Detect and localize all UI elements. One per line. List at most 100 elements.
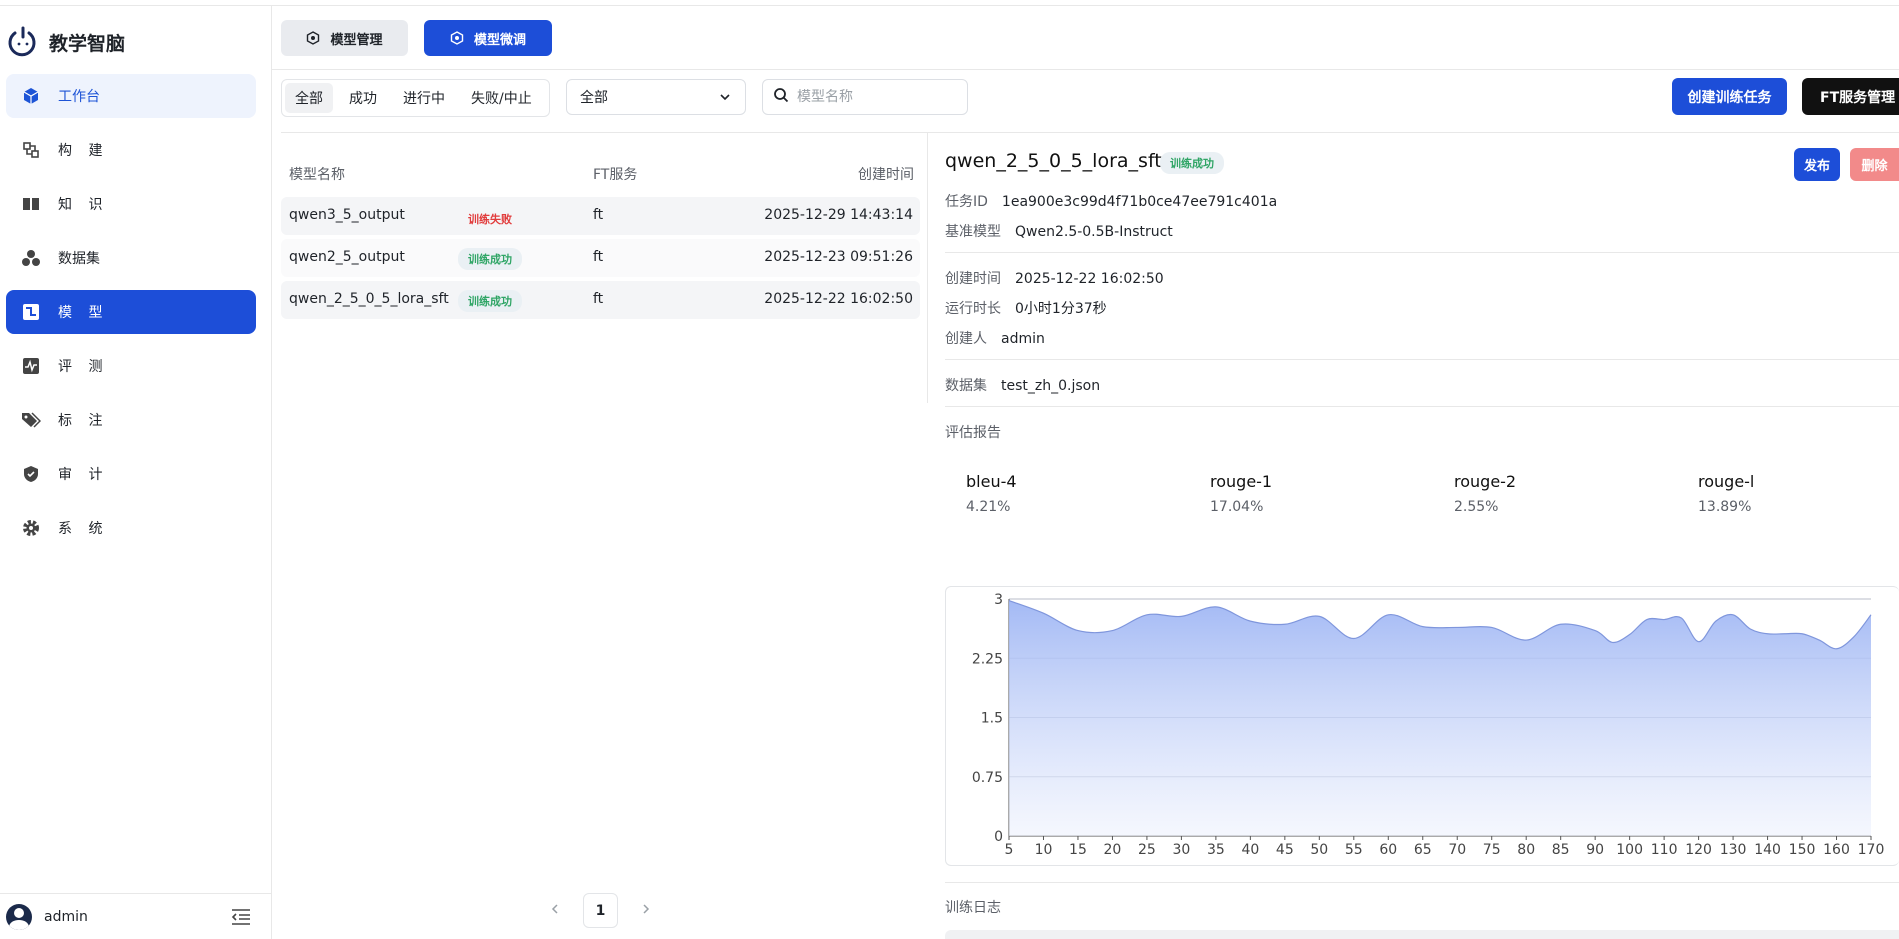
book-icon — [20, 193, 42, 215]
publish-button[interactable]: 发布 — [1794, 148, 1840, 181]
table-row[interactable]: qwen2_5_output 训练成功 ft 2025-12-23 09:51:… — [281, 239, 920, 277]
x-tick-label: 85 — [1552, 842, 1570, 858]
header-time: 创建时间 — [858, 167, 914, 183]
avatar[interactable] — [6, 903, 32, 930]
filter-all[interactable]: 全部 — [285, 83, 333, 113]
x-tick-label: 140 — [1754, 842, 1781, 858]
gear-icon — [20, 517, 42, 539]
sidebar-item-dataset[interactable]: 数据集 — [6, 236, 256, 280]
creator-value: admin — [1001, 331, 1045, 347]
status-badge: 训练失败 — [468, 213, 512, 226]
sidebar-item-model[interactable]: 模 型 — [6, 290, 256, 334]
x-tick-label: 110 — [1651, 842, 1678, 858]
table-row[interactable]: qwen3_5_output 训练失败 ft 2025-12-29 14:43:… — [281, 197, 920, 235]
x-tick-label: 90 — [1586, 842, 1604, 858]
eval-report-label: 评估报告 — [945, 425, 1001, 441]
x-tick-label: 30 — [1172, 842, 1190, 858]
search-box — [762, 79, 968, 115]
sidebar-item-system[interactable]: 系 统 — [6, 506, 256, 550]
task-id-value: 1ea900e3c99d4f71b0ce47ee791c401a — [1001, 194, 1278, 210]
x-tick-label: 5 — [1005, 842, 1014, 858]
filter-failed[interactable]: 失败/中止 — [461, 83, 542, 113]
search-icon — [773, 87, 789, 107]
x-tick-label: 80 — [1517, 842, 1535, 858]
runtime-row: 运行时长 0小时1分37秒 — [945, 298, 1107, 318]
filter-success[interactable]: 成功 — [339, 83, 387, 113]
header-ft: FT服务 — [593, 167, 638, 183]
y-tick-label: 2.25 — [972, 651, 1003, 667]
build-icon — [20, 139, 42, 161]
detail-title: qwen_2_5_0_5_lora_sft — [945, 150, 1162, 172]
pulse-icon — [20, 355, 42, 377]
app-name: 教学智脑 — [49, 32, 126, 55]
tag-icon — [20, 409, 42, 431]
status-badge: 训练成功 — [458, 248, 522, 270]
row-time: 2025-12-23 09:51:26 — [764, 249, 913, 265]
type-select[interactable]: 全部 — [566, 79, 746, 115]
page-number[interactable]: 1 — [583, 893, 618, 928]
sidebar-item-workbench[interactable]: 工作台 — [6, 74, 256, 118]
hexagon-icon — [306, 31, 320, 45]
metric-rouge2: rouge-2 2.55% — [1454, 472, 1516, 515]
chevron-down-icon — [719, 91, 731, 103]
shield-icon — [20, 463, 42, 485]
x-tick-label: 55 — [1345, 842, 1363, 858]
divider — [272, 69, 1899, 70]
sidebar-item-label: 工作台 — [58, 89, 100, 105]
area-fill — [1009, 600, 1871, 836]
x-tick-label: 120 — [1685, 842, 1712, 858]
x-tick-label: 100 — [1616, 842, 1643, 858]
menu-collapse-icon[interactable] — [231, 908, 251, 926]
row-time: 2025-12-29 14:43:14 — [764, 207, 913, 223]
loss-chart: 0 0.75 1.5 2.25 3 5 10 15 20 25 30 35 40 45 50 55 60 65 70… — [945, 586, 1899, 866]
sidebar: 教学智脑 工作台 构 建 知 识 数据集 模 型 评 测 标 注 审 计 系 统… — [0, 6, 272, 939]
ft-service-button[interactable]: FT服务管理 — [1802, 78, 1899, 115]
sidebar-item-label: 数据集 — [58, 251, 100, 267]
sidebar-item-label: 知 识 — [58, 197, 109, 213]
divider — [945, 359, 1899, 360]
logo-icon — [6, 25, 40, 59]
sidebar-item-annotation[interactable]: 标 注 — [6, 398, 256, 442]
tab-model-management[interactable]: 模型管理 — [281, 20, 408, 56]
task-id-label: 任务ID — [945, 194, 988, 210]
chevron-right-icon[interactable] — [639, 902, 653, 916]
metric-value: 4.21% — [966, 499, 1011, 515]
top-border — [0, 0, 1899, 6]
x-tick-label: 20 — [1104, 842, 1122, 858]
user-name: admin — [44, 908, 88, 925]
created-label: 创建时间 — [945, 271, 1001, 287]
sidebar-item-label: 标 注 — [58, 413, 109, 429]
metric-name: bleu-4 — [966, 472, 1017, 491]
sidebar-item-knowledge[interactable]: 知 识 — [6, 182, 256, 226]
runtime-label: 运行时长 — [945, 301, 1001, 317]
metric-name: rouge-l — [1698, 472, 1755, 491]
tab-label: 模型管理 — [330, 32, 383, 48]
dataset-value: test_zh_0.json — [1001, 378, 1101, 394]
status-badge: 训练成功 — [458, 290, 522, 312]
x-tick-label: 70 — [1448, 842, 1466, 858]
sidebar-item-evaluation[interactable]: 评 测 — [6, 344, 256, 388]
tab-model-finetune[interactable]: 模型微调 — [424, 20, 552, 56]
sidebar-item-build[interactable]: 构 建 — [6, 128, 256, 172]
sidebar-nav: 工作台 构 建 知 识 数据集 模 型 评 测 标 注 审 计 系 统 — [6, 74, 256, 560]
divider — [927, 133, 928, 403]
x-tick-label: 170 — [1858, 842, 1885, 858]
create-task-button[interactable]: 创建训练任务 — [1672, 78, 1787, 115]
tab-label: 模型微调 — [473, 32, 526, 48]
model-icon — [20, 301, 42, 323]
sidebar-item-audit[interactable]: 审 计 — [6, 452, 256, 496]
training-log-label: 训练日志 — [945, 900, 1001, 916]
filter-running[interactable]: 进行中 — [393, 83, 455, 113]
delete-button[interactable]: 删除 — [1850, 148, 1899, 181]
y-tick-label: 1.5 — [981, 711, 1003, 727]
status-filter: 全部 成功 进行中 失败/中止 — [281, 79, 550, 117]
select-value: 全部 — [580, 90, 608, 106]
sidebar-footer: admin — [0, 893, 271, 939]
divider — [281, 132, 1899, 133]
row-ft: ft — [593, 291, 604, 307]
search-input[interactable] — [797, 89, 947, 105]
chevron-left-icon[interactable] — [548, 902, 562, 916]
table-row[interactable]: qwen_2_5_0_5_lora_sft 训练成功 ft 2025-12-22… — [281, 281, 920, 319]
x-tick-label: 35 — [1207, 842, 1225, 858]
creator-row: 创建人 admin — [945, 328, 1045, 348]
